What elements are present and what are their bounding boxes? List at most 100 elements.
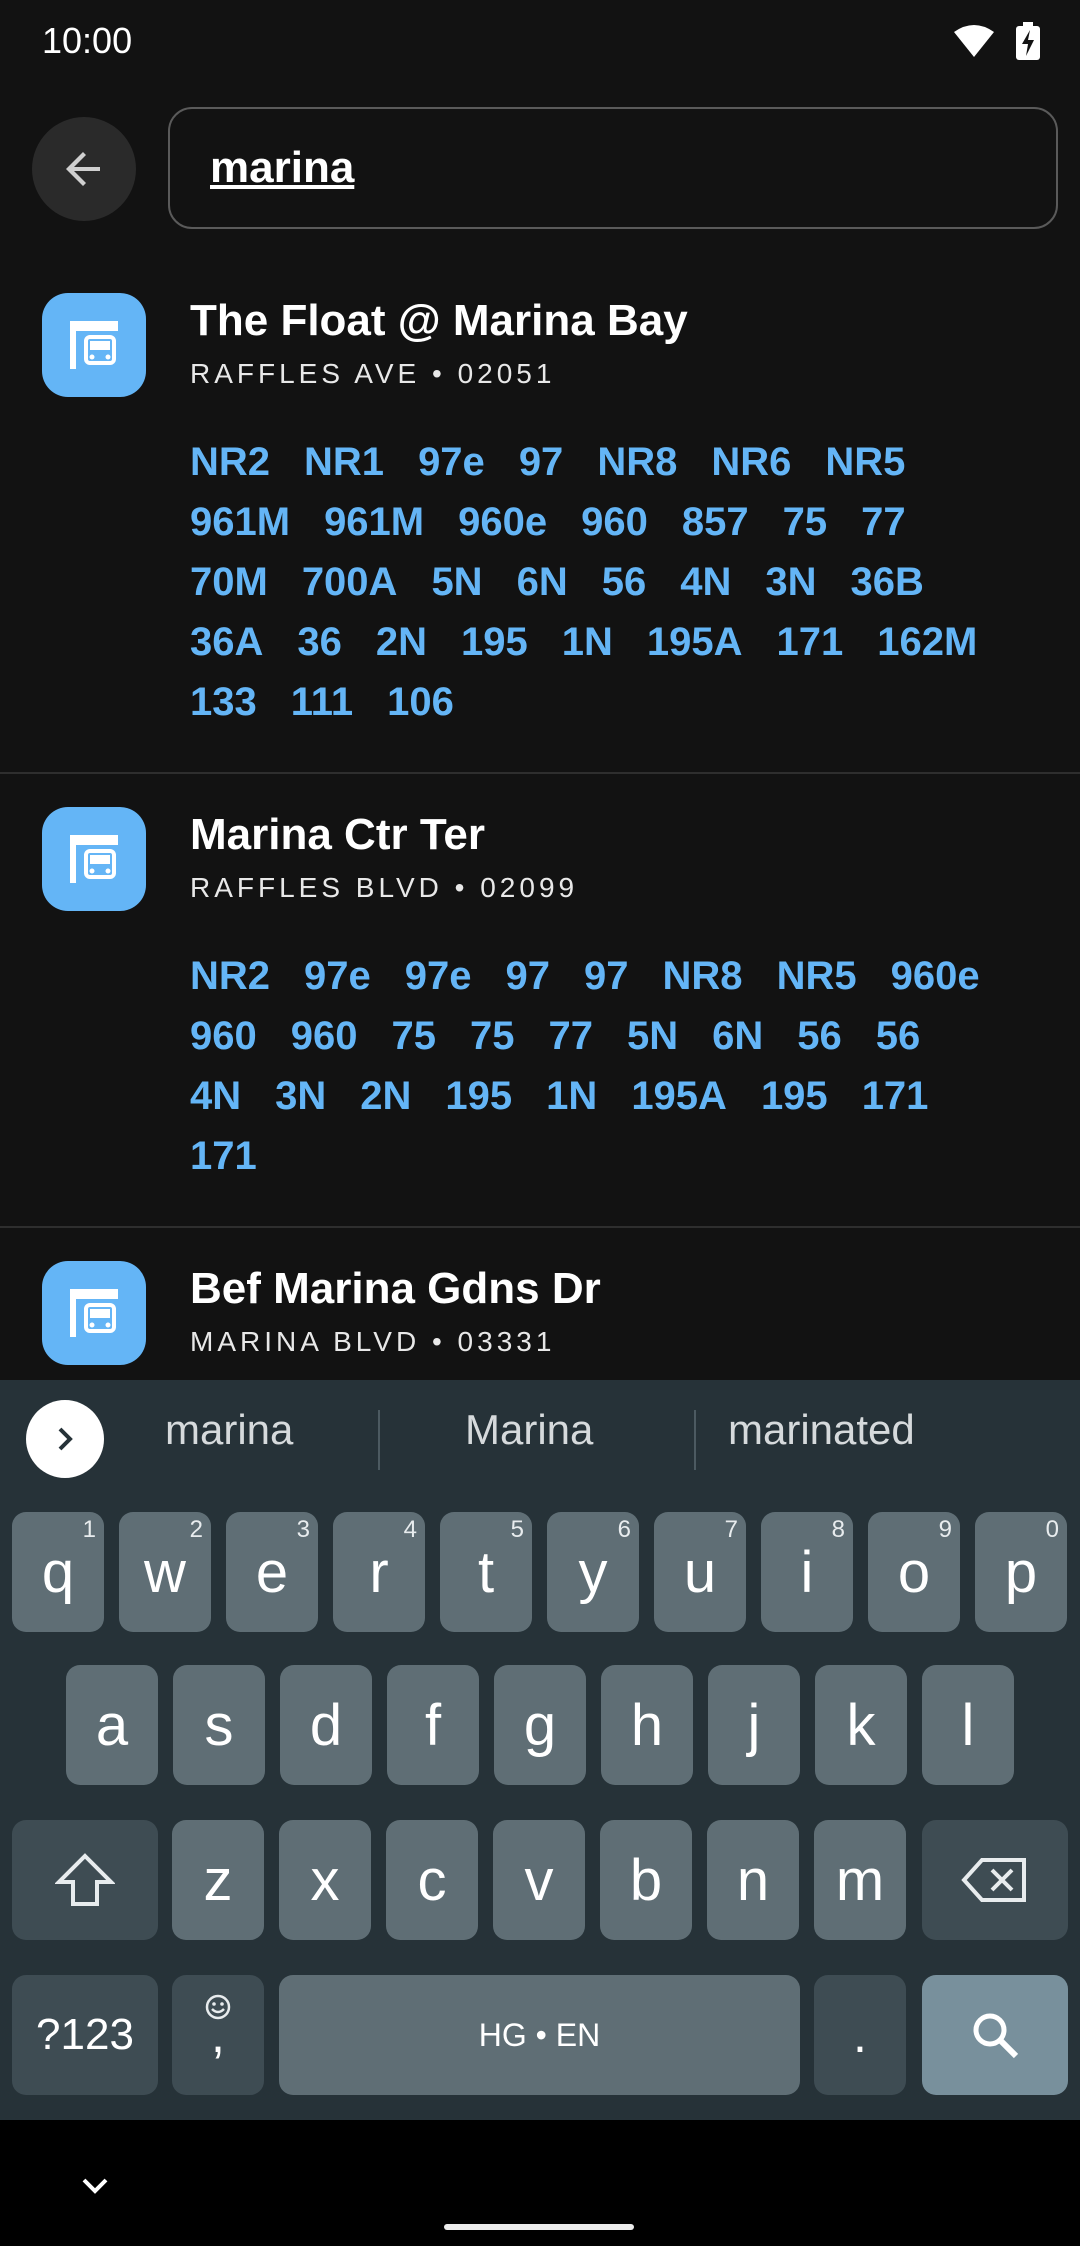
route-number[interactable]: 36 xyxy=(297,612,342,672)
route-number[interactable]: 961M xyxy=(190,492,290,552)
route-number[interactable]: 2N xyxy=(376,612,427,672)
home-handle[interactable] xyxy=(444,2224,634,2230)
key-q[interactable]: q1 xyxy=(12,1512,104,1632)
route-number[interactable]: 97e xyxy=(405,946,472,1006)
bus-stop-item[interactable]: Bef Marina Gdns Dr MARINA BLVD • 03331 xyxy=(0,1228,1080,1380)
route-number[interactable]: 5N xyxy=(627,1006,678,1066)
route-number[interactable]: 195A xyxy=(631,1066,727,1126)
key-z[interactable]: z xyxy=(172,1820,264,1940)
bus-stop-item[interactable]: Marina Ctr Ter RAFFLES BLVD • 02099 NR2 97e… xyxy=(0,774,1080,1228)
route-number[interactable]: 6N xyxy=(712,1006,763,1066)
key-l[interactable]: l xyxy=(922,1665,1014,1785)
key-k[interactable]: k xyxy=(815,1665,907,1785)
route-number[interactable]: 70M xyxy=(190,552,268,612)
key-c[interactable]: c xyxy=(386,1820,478,1940)
key-y[interactable]: y6 xyxy=(547,1512,639,1632)
route-number[interactable]: 75 xyxy=(783,492,828,552)
route-number[interactable]: 4N xyxy=(190,1066,241,1126)
route-number[interactable]: NR8 xyxy=(597,432,677,492)
route-number[interactable]: 111 xyxy=(291,672,353,732)
key-d[interactable]: d xyxy=(280,1665,372,1785)
search-input[interactable] xyxy=(210,143,1010,193)
key-s[interactable]: s xyxy=(173,1665,265,1785)
key-t[interactable]: t5 xyxy=(440,1512,532,1632)
key-e[interactable]: e3 xyxy=(226,1512,318,1632)
route-number[interactable]: 75 xyxy=(392,1006,437,1066)
route-number[interactable]: 36A xyxy=(190,612,263,672)
key-m[interactable]: m xyxy=(814,1820,906,1940)
route-number[interactable]: 6N xyxy=(517,552,568,612)
hide-keyboard-icon[interactable] xyxy=(78,2174,112,2198)
key-f[interactable]: f xyxy=(387,1665,479,1785)
search-field[interactable] xyxy=(168,107,1058,229)
route-number[interactable]: 77 xyxy=(861,492,906,552)
suggestion-2[interactable]: Marina xyxy=(465,1406,593,1454)
route-number[interactable]: 171 xyxy=(777,612,844,672)
suggestion-1[interactable]: marina xyxy=(165,1406,293,1454)
route-number[interactable]: NR2 xyxy=(190,946,270,1006)
route-number[interactable]: 56 xyxy=(797,1006,842,1066)
route-number[interactable]: NR1 xyxy=(304,432,384,492)
key-p[interactable]: p0 xyxy=(975,1512,1067,1632)
key-n[interactable]: n xyxy=(707,1820,799,1940)
route-number[interactable]: NR5 xyxy=(777,946,857,1006)
key-h[interactable]: h xyxy=(601,1665,693,1785)
symbols-key[interactable]: ?123 xyxy=(12,1975,158,2095)
route-number[interactable]: 97e xyxy=(304,946,371,1006)
key-x[interactable]: x xyxy=(279,1820,371,1940)
route-number[interactable]: 960 xyxy=(581,492,648,552)
route-number[interactable]: NR2 xyxy=(190,432,270,492)
route-number[interactable]: 1N xyxy=(562,612,613,672)
route-number[interactable]: 56 xyxy=(876,1006,921,1066)
key-b[interactable]: b xyxy=(600,1820,692,1940)
key-w[interactable]: w2 xyxy=(119,1512,211,1632)
key-a[interactable]: a xyxy=(66,1665,158,1785)
route-number[interactable]: 2N xyxy=(360,1066,411,1126)
key-o[interactable]: o9 xyxy=(868,1512,960,1632)
route-number[interactable]: NR8 xyxy=(663,946,743,1006)
route-number[interactable]: 195 xyxy=(461,612,528,672)
route-number[interactable]: 56 xyxy=(602,552,647,612)
route-number[interactable]: 97 xyxy=(506,946,551,1006)
shift-key[interactable] xyxy=(12,1820,158,1940)
key-v[interactable]: v xyxy=(493,1820,585,1940)
suggestion-3[interactable]: marinated xyxy=(728,1406,915,1454)
route-number[interactable]: 3N xyxy=(275,1066,326,1126)
route-number[interactable]: 960e xyxy=(891,946,980,1006)
key-i[interactable]: i8 xyxy=(761,1512,853,1632)
route-number[interactable]: 960 xyxy=(291,1006,358,1066)
route-number[interactable]: 1N xyxy=(546,1066,597,1126)
route-number[interactable]: 195 xyxy=(445,1066,512,1126)
route-number[interactable]: 195 xyxy=(761,1066,828,1126)
route-number[interactable]: 77 xyxy=(549,1006,594,1066)
route-number[interactable]: 171 xyxy=(190,1126,257,1186)
route-number[interactable]: 97e xyxy=(418,432,485,492)
emoji-comma-key[interactable]: , xyxy=(172,1975,264,2095)
route-number[interactable]: 5N xyxy=(431,552,482,612)
route-number[interactable]: 960 xyxy=(190,1006,257,1066)
key-u[interactable]: u7 xyxy=(654,1512,746,1632)
space-key[interactable]: HG • EN xyxy=(279,1975,800,2095)
route-number[interactable]: 960e xyxy=(458,492,547,552)
route-number[interactable]: 857 xyxy=(682,492,749,552)
route-number[interactable]: 3N xyxy=(765,552,816,612)
back-button[interactable] xyxy=(32,117,136,221)
route-number[interactable]: NR5 xyxy=(825,432,905,492)
key-j[interactable]: j xyxy=(708,1665,800,1785)
route-number[interactable]: 162M xyxy=(877,612,977,672)
key-g[interactable]: g xyxy=(494,1665,586,1785)
search-key[interactable] xyxy=(922,1975,1068,2095)
route-number[interactable]: 700A xyxy=(302,552,398,612)
route-number[interactable]: 97 xyxy=(584,946,629,1006)
period-key[interactable]: . xyxy=(814,1975,906,2095)
backspace-key[interactable] xyxy=(922,1820,1068,1940)
route-number[interactable]: 106 xyxy=(387,672,454,732)
route-number[interactable]: 195A xyxy=(647,612,743,672)
route-number[interactable]: 4N xyxy=(680,552,731,612)
route-number[interactable]: 171 xyxy=(862,1066,929,1126)
key-r[interactable]: r4 xyxy=(333,1512,425,1632)
route-number[interactable]: 133 xyxy=(190,672,257,732)
route-number[interactable]: 75 xyxy=(470,1006,515,1066)
bus-stop-item[interactable]: The Float @ Marina Bay RAFFLES AVE • 0205… xyxy=(0,260,1080,774)
expand-toolbar-button[interactable] xyxy=(26,1400,104,1478)
